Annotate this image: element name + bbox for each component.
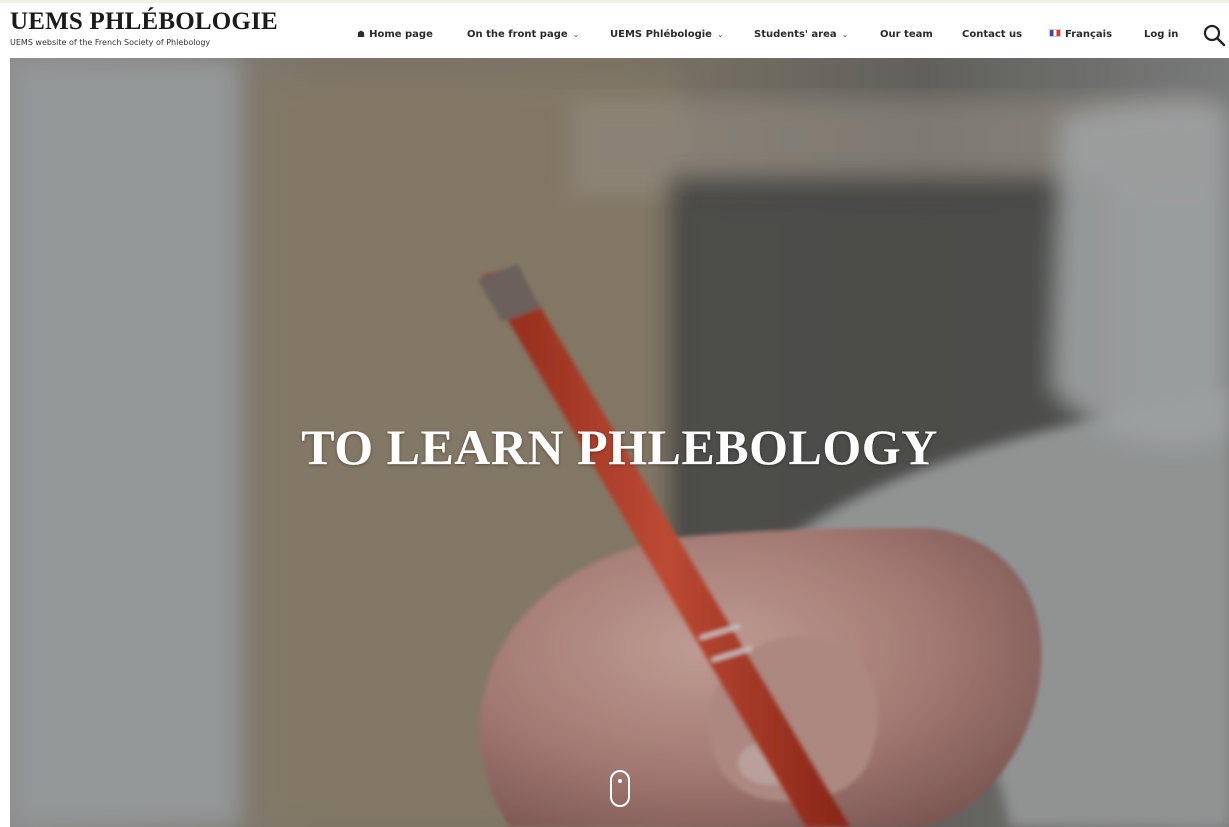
nav-contact-label: Contact us (962, 29, 1023, 40)
nav-language-label: Français (1065, 29, 1113, 40)
scroll-dot (618, 779, 622, 783)
nav-front-page-label: On the front page (467, 29, 568, 40)
nav-students[interactable]: Students' area ⌄ (754, 28, 848, 42)
nav-team[interactable]: Our team (880, 28, 933, 42)
nav-contact[interactable]: Contact us (962, 28, 1022, 42)
search-icon[interactable] (1202, 23, 1226, 47)
brand[interactable]: UEMS PHLÉBOLOGIE UEMS website of the Fre… (10, 9, 278, 48)
site-header: UEMS PHLÉBOLOGIE UEMS website of the Fre… (0, 0, 1229, 58)
hero-banner: TO LEARN PHLEBOLOGY (10, 58, 1229, 827)
home-icon: ☗ (357, 30, 366, 40)
nav-uems[interactable]: UEMS Phlébologie ⌄ (610, 28, 724, 42)
nav-uems-label: UEMS Phlébologie (610, 29, 712, 40)
french-flag-icon (1049, 29, 1061, 37)
nav-login-label: Log in (1144, 29, 1179, 40)
chevron-down-icon: ⌄ (572, 30, 580, 39)
nav-students-label: Students' area (754, 29, 837, 40)
chevron-down-icon: ⌄ (716, 30, 724, 39)
nav-team-label: Our team (880, 29, 933, 40)
nav-login[interactable]: Log in (1144, 28, 1178, 42)
scroll-down-mouse-icon[interactable] (610, 770, 630, 807)
site-tagline: UEMS website of the French Society of Ph… (10, 38, 211, 47)
nav-home-label: Home page (369, 29, 433, 40)
site-title[interactable]: UEMS PHLÉBOLOGIE (10, 9, 278, 35)
hero-title: TO LEARN PHLEBOLOGY (301, 419, 938, 475)
chevron-down-icon: ⌄ (841, 30, 849, 39)
nav-language[interactable]: Français (1049, 28, 1112, 42)
nav-home[interactable]: ☗ Home page (357, 28, 433, 42)
nav-front-page[interactable]: On the front page ⌄ (467, 28, 579, 42)
